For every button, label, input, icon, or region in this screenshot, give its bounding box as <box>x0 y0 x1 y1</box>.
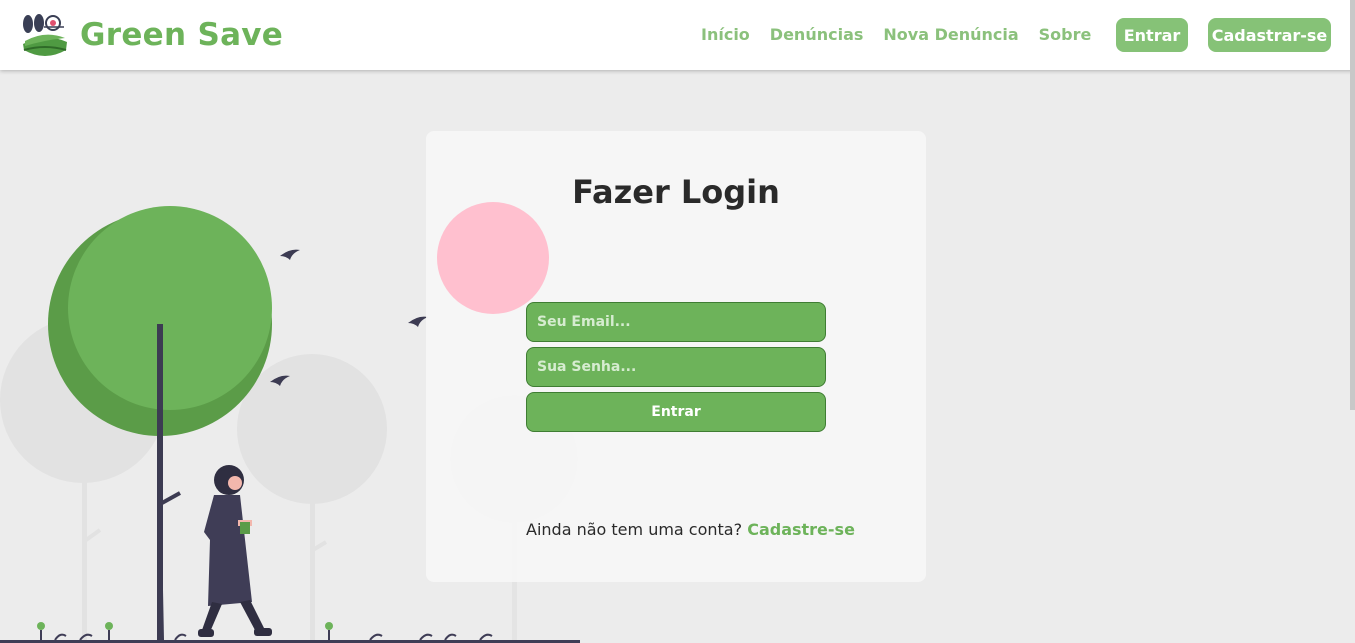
brand-name: Green Save <box>80 17 284 53</box>
logo-icon <box>23 14 67 56</box>
email-input[interactable] <box>526 302 826 342</box>
scrollbar[interactable] <box>1350 0 1355 410</box>
brand[interactable]: Green Save <box>20 10 283 60</box>
nav-sobre[interactable]: Sobre <box>1039 25 1092 44</box>
nav-nova-denuncia[interactable]: Nova Denúncia <box>883 25 1018 44</box>
signup-prompt-line: Ainda não tem uma conta? Cadastre-se <box>526 520 855 539</box>
login-submit-button[interactable]: Entrar <box>526 392 826 432</box>
header-signup-button[interactable]: Cadastrar-se <box>1208 18 1331 52</box>
header-login-button[interactable]: Entrar <box>1116 18 1188 52</box>
top-navbar: Green Save Início Denúncias Nova Denúnci… <box>0 0 1355 70</box>
login-card: Fazer Login Entrar Ainda não tem uma con… <box>426 131 926 582</box>
nav-denuncias[interactable]: Denúncias <box>770 25 864 44</box>
nav-inicio[interactable]: Início <box>701 25 750 44</box>
decorative-circle <box>437 202 549 314</box>
signup-prompt: Ainda não tem uma conta? <box>526 520 743 539</box>
signup-link[interactable]: Cadastre-se <box>747 520 855 539</box>
main-nav: Início Denúncias Nova Denúncia Sobre <box>701 25 1091 44</box>
login-title: Fazer Login <box>572 173 780 211</box>
password-input[interactable] <box>526 347 826 387</box>
